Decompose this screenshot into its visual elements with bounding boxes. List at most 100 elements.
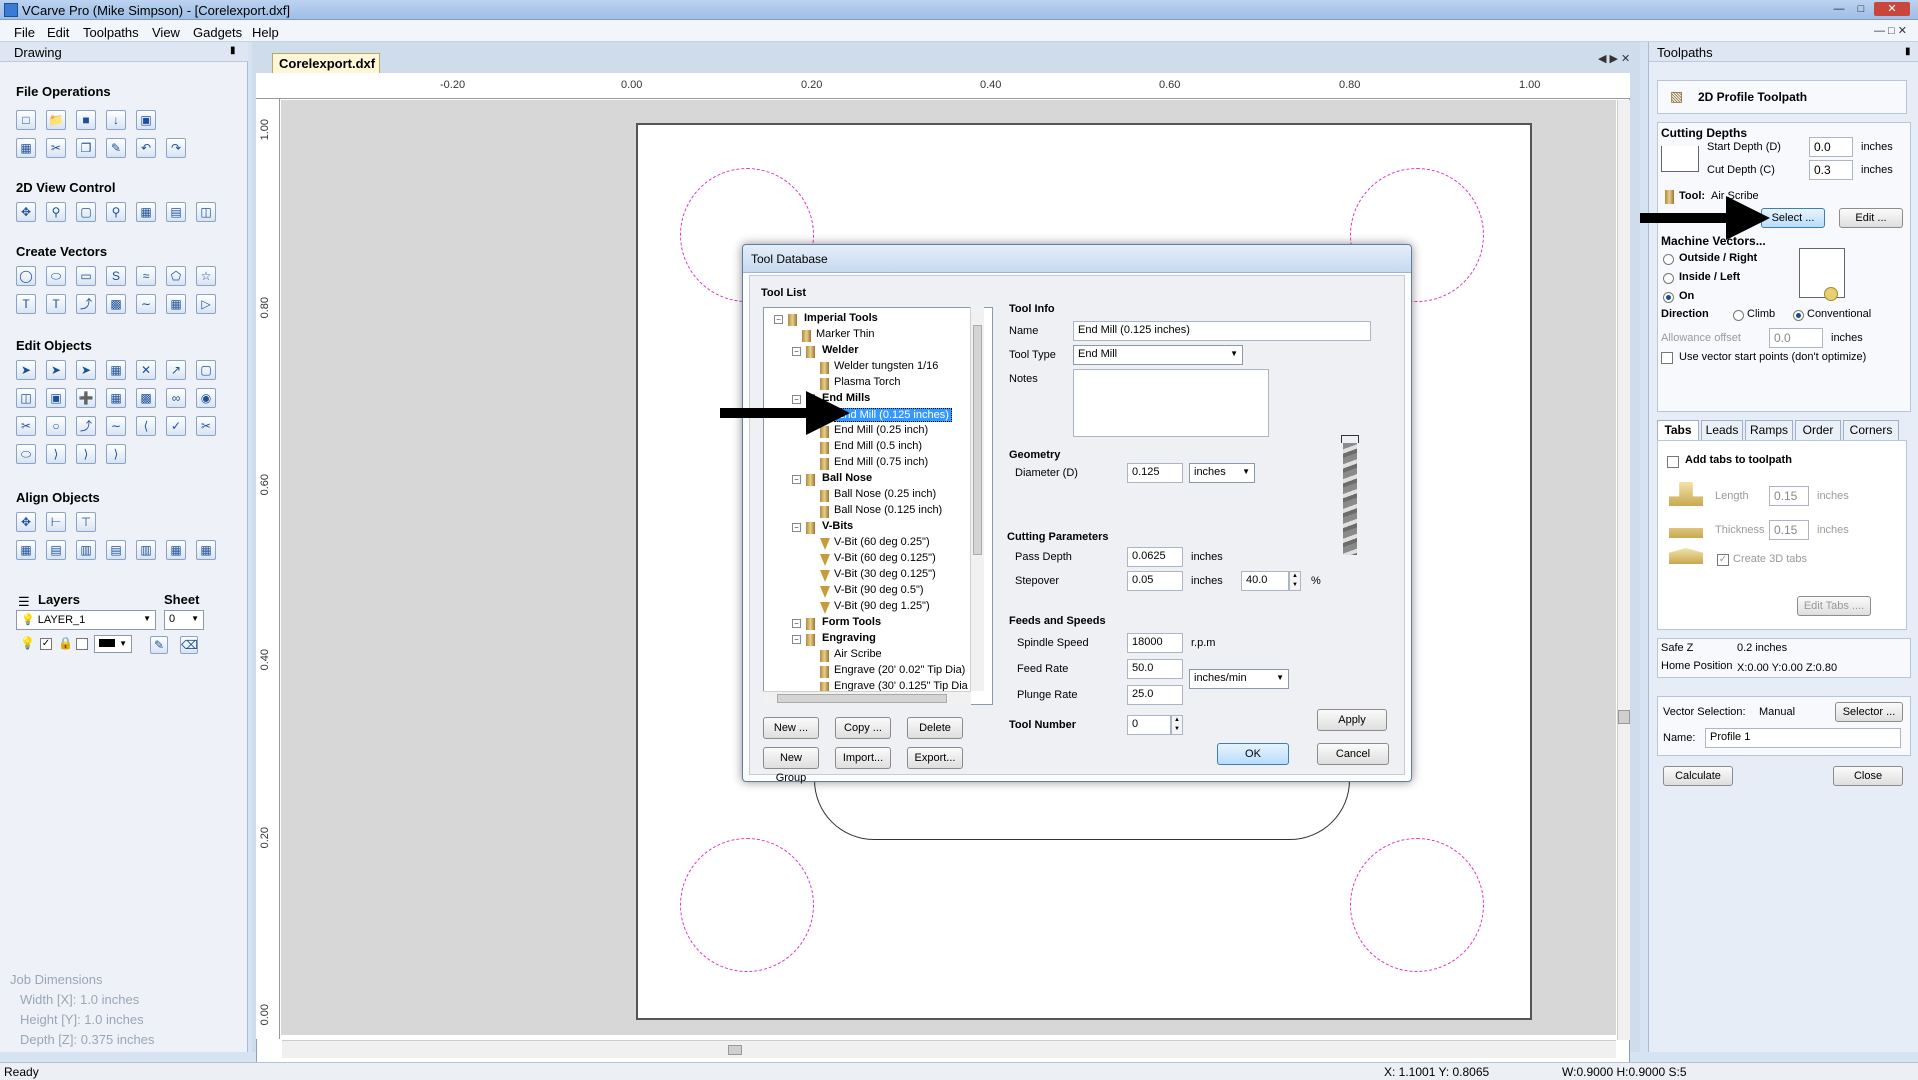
- horizontal-scrollbar[interactable]: [282, 1040, 1616, 1058]
- zoom-icon[interactable]: ⚲: [46, 202, 66, 222]
- pin-icon[interactable]: ▮: [1905, 46, 1911, 57]
- create-3d-checkbox[interactable]: ✓: [1717, 554, 1729, 566]
- scroll-thumb[interactable]: [728, 1045, 742, 1055]
- zoom-all-icon[interactable]: ▢: [76, 202, 96, 222]
- mdi-controls[interactable]: — □ ✕: [1874, 24, 1907, 37]
- dashed-circle-vector[interactable]: [1350, 838, 1484, 972]
- tool-tree[interactable]: − Imperial Tools Marker Thin − Welder Welder …: [763, 307, 993, 705]
- layer-color-checkbox[interactable]: [76, 638, 88, 650]
- tree-group-item[interactable]: V-Bits: [822, 520, 853, 532]
- tree-group-item[interactable]: Ball Nose: [822, 472, 872, 484]
- extend-icon[interactable]: ⟩: [46, 444, 66, 464]
- paste-icon[interactable]: ✎: [106, 138, 126, 158]
- mirror-icon[interactable]: ➕: [76, 388, 96, 408]
- scroll-thumb[interactable]: [1618, 710, 1630, 724]
- spindle-speed-input[interactable]: 18000: [1127, 633, 1183, 653]
- import-tool-button[interactable]: Import...: [835, 747, 891, 769]
- tree-expander-icon[interactable]: −: [792, 619, 801, 628]
- tree-tool-item[interactable]: Engrave (20' 0.02" Tip Dia): [834, 664, 965, 676]
- stepover-percent-input[interactable]: 40.0: [1241, 571, 1289, 591]
- dimension-icon[interactable]: ▷: [196, 294, 216, 314]
- select-icon[interactable]: ➤: [16, 360, 36, 380]
- align-center-icon[interactable]: ✥: [16, 512, 36, 532]
- fillet-icon[interactable]: ⤴: [76, 416, 96, 436]
- climb-radio[interactable]: [1733, 310, 1744, 321]
- align-page-icon[interactable]: ▦: [16, 540, 36, 560]
- scroll-thumb[interactable]: [777, 694, 947, 703]
- array-icon[interactable]: ▩: [136, 388, 156, 408]
- scissors-icon[interactable]: ✂: [196, 416, 216, 436]
- transform-icon[interactable]: ▦: [106, 360, 126, 380]
- tree-expander-icon[interactable]: −: [792, 347, 801, 356]
- edit-tabs-button[interactable]: Edit Tabs ....: [1797, 596, 1871, 616]
- menu-toolpaths[interactable]: Toolpaths: [83, 25, 139, 40]
- new-file-icon[interactable]: □: [16, 110, 36, 130]
- rectangle-icon[interactable]: ▭: [76, 266, 96, 286]
- align-top-icon[interactable]: ▤: [106, 540, 126, 560]
- tree-horizontal-scrollbar[interactable]: [763, 691, 971, 705]
- zoom-box-icon[interactable]: ⚲: [106, 202, 126, 222]
- close-icon[interactable]: ✕: [1874, 2, 1910, 16]
- tree-tool-item[interactable]: V-Bit (30 deg 0.125"): [834, 568, 936, 580]
- new-group-button[interactable]: New Group: [763, 747, 819, 784]
- distort-icon[interactable]: ▦: [106, 388, 126, 408]
- tree-tool-item[interactable]: End Mill (0.75 inch): [834, 456, 928, 468]
- tree-expander-icon[interactable]: −: [792, 475, 801, 484]
- maximize-icon[interactable]: □: [1852, 2, 1870, 16]
- rotate-icon[interactable]: ▣: [46, 388, 66, 408]
- layer-visible-icon[interactable]: 💡: [20, 636, 35, 650]
- star-icon[interactable]: ☆: [196, 266, 216, 286]
- tree-tool-item[interactable]: Welder tungsten 1/16: [834, 360, 938, 372]
- space-horizontal-icon[interactable]: ▦: [166, 540, 186, 560]
- stepover-spinner-icon[interactable]: ▲ ▼: [1289, 571, 1301, 591]
- align-right-icon[interactable]: ▥: [76, 540, 96, 560]
- tree-tool-item[interactable]: V-Bit (90 deg 1.25"): [834, 600, 930, 612]
- selector-button[interactable]: Selector ...: [1835, 702, 1903, 722]
- tree-group-item[interactable]: Imperial Tools: [804, 312, 878, 324]
- delete-tool-button[interactable]: Delete: [907, 717, 963, 739]
- tree-tool-item[interactable]: Plasma Torch: [834, 376, 900, 388]
- space-vertical-icon[interactable]: ▦: [196, 540, 216, 560]
- tree-vertical-scrollbar[interactable]: [970, 307, 984, 691]
- rate-units-select[interactable]: inches/min: [1189, 669, 1289, 689]
- tab-scroll-icon[interactable]: ◀ ▶ ✕: [1598, 52, 1630, 65]
- align-vcenter-icon[interactable]: ⊤: [76, 512, 96, 532]
- tree-tool-item[interactable]: V-Bit (90 deg 0.5"): [834, 584, 924, 596]
- tree-tool-item[interactable]: Marker Thin: [816, 328, 874, 340]
- join-icon[interactable]: ∼: [106, 416, 126, 436]
- align-bottom-icon[interactable]: ▥: [136, 540, 156, 560]
- open-file-icon[interactable]: 📁: [46, 110, 66, 130]
- bend-text-icon[interactable]: ∼: [136, 294, 156, 314]
- bezier-icon[interactable]: ⟩: [106, 444, 126, 464]
- diameter-input[interactable]: 0.125: [1127, 463, 1183, 483]
- tree-tool-item[interactable]: Air Scribe: [834, 648, 882, 660]
- outside-radio[interactable]: [1663, 254, 1674, 265]
- undo-icon[interactable]: ↶: [136, 138, 156, 158]
- tree-tool-item[interactable]: Ball Nose (0.125 inch): [834, 504, 942, 516]
- layer-color-select[interactable]: [94, 635, 132, 653]
- circle-icon[interactable]: ◯: [16, 266, 36, 286]
- node-edit-icon[interactable]: ➤: [46, 360, 66, 380]
- apply-button[interactable]: Apply: [1317, 709, 1387, 731]
- tab-corners[interactable]: Corners: [1843, 420, 1899, 441]
- cut-icon[interactable]: ✂: [46, 138, 66, 158]
- curve-icon[interactable]: ≈: [136, 266, 156, 286]
- document-tab[interactable]: Corelexport.dxf: [272, 53, 380, 73]
- arc-icon[interactable]: ⟩: [76, 444, 96, 464]
- view-toggle-icon[interactable]: ▦: [136, 202, 156, 222]
- weld-icon[interactable]: ◉: [196, 388, 216, 408]
- dashed-circle-vector[interactable]: [680, 838, 814, 972]
- stepover-input[interactable]: 0.05: [1127, 571, 1183, 591]
- tab-leads[interactable]: Leads: [1701, 420, 1743, 441]
- menu-help[interactable]: Help: [252, 25, 279, 40]
- clipart-icon[interactable]: ▦: [166, 294, 186, 314]
- thickness-input[interactable]: 0.15: [1769, 520, 1809, 540]
- import-bitmap-icon[interactable]: ▣: [136, 110, 156, 130]
- polygon-icon[interactable]: ⬠: [166, 266, 186, 286]
- tree-expander-icon[interactable]: −: [792, 395, 801, 404]
- copy-icon[interactable]: ❐: [76, 138, 96, 158]
- tree-expander-icon[interactable]: −: [774, 315, 783, 324]
- menu-view[interactable]: View: [152, 25, 180, 40]
- tool-name-input[interactable]: End Mill (0.125 inches): [1073, 321, 1371, 341]
- text-icon[interactable]: T: [16, 294, 36, 314]
